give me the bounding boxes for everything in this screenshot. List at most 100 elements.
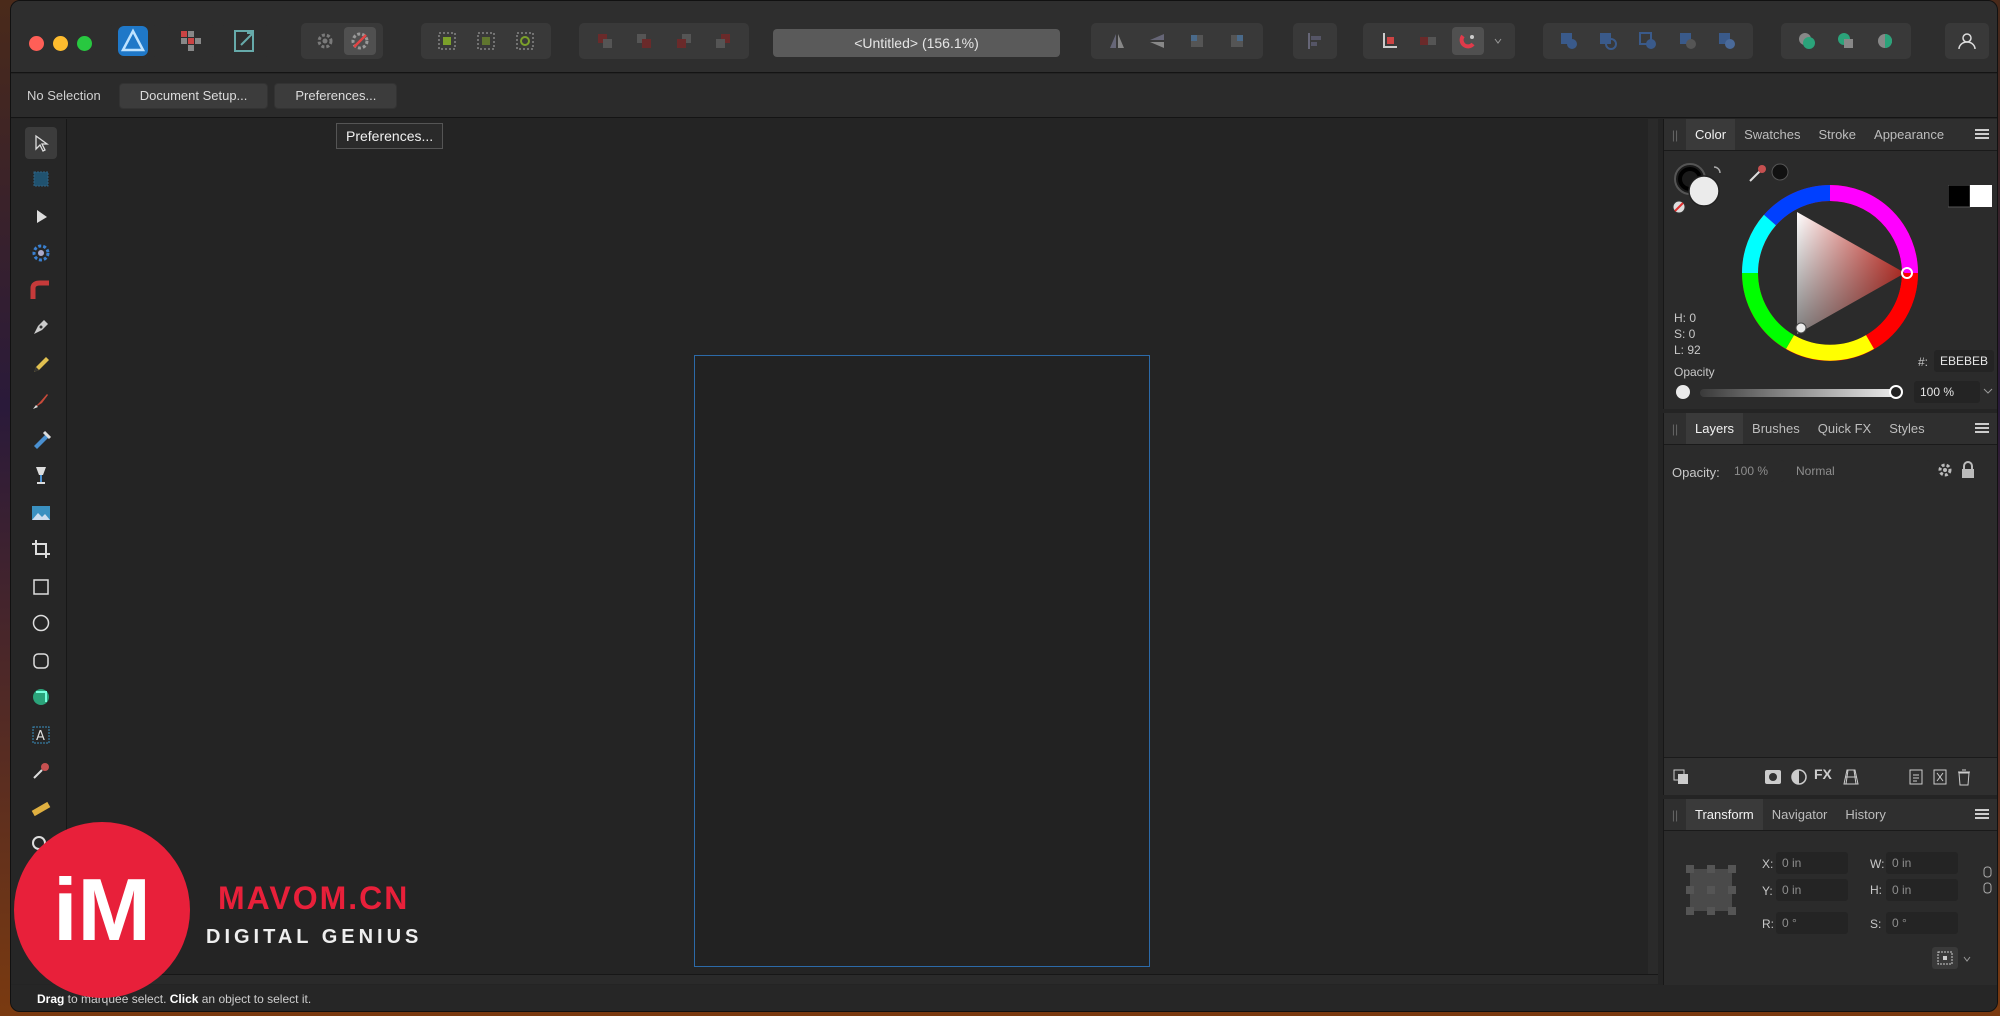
tab-quick-fx[interactable]: Quick FX xyxy=(1809,413,1880,444)
transparency-tool-icon[interactable] xyxy=(25,459,57,491)
height-input[interactable]: 0 in xyxy=(1886,879,1958,901)
snapping-magnet-icon[interactable] xyxy=(1451,27,1484,55)
move-forward-icon[interactable] xyxy=(668,27,700,55)
boolean-xor-icon[interactable] xyxy=(1672,27,1704,55)
y-input[interactable]: 0 in xyxy=(1776,879,1848,901)
boolean-intersect-icon[interactable] xyxy=(1632,27,1664,55)
snapping-grid-icon[interactable] xyxy=(1373,27,1405,55)
hamburger-menu-icon[interactable] xyxy=(1975,127,1989,146)
opacity-slider[interactable] xyxy=(1700,389,1896,397)
canvas-area[interactable] xyxy=(68,119,1658,974)
tab-brushes[interactable]: Brushes xyxy=(1743,413,1809,444)
gear-icon[interactable] xyxy=(309,27,341,55)
shape-tool-icon[interactable] xyxy=(25,681,57,713)
tab-layers[interactable]: Layers xyxy=(1686,413,1744,444)
align-left-icon[interactable] xyxy=(1299,27,1331,55)
move-tool-icon[interactable] xyxy=(25,127,57,159)
lock-icon[interactable] xyxy=(1960,461,1976,484)
horizontal-scrollbar[interactable] xyxy=(68,974,1658,984)
boolean-subtract-icon[interactable] xyxy=(1592,27,1624,55)
layer-mask-icon[interactable] xyxy=(1672,768,1690,791)
user-account-icon[interactable] xyxy=(1951,27,1983,55)
designer-persona-button[interactable] xyxy=(111,23,155,59)
mesh-warp-icon[interactable] xyxy=(1842,768,1860,791)
flip-vertical-icon[interactable] xyxy=(1141,27,1173,55)
fill-stroke-swatches[interactable] xyxy=(1672,159,1742,221)
trash-icon[interactable] xyxy=(1956,768,1972,791)
pen-tool-icon[interactable] xyxy=(25,311,57,343)
opacity-slider-thumb[interactable] xyxy=(1889,385,1903,399)
snapping-bounds-icon[interactable] xyxy=(1412,27,1444,55)
insert-behind-icon[interactable] xyxy=(1791,27,1823,55)
transform-origin-button[interactable] xyxy=(1932,947,1958,969)
pixel-persona-button[interactable] xyxy=(169,23,213,59)
fx-icon[interactable]: FX xyxy=(1814,766,1832,782)
insert-inside-icon[interactable] xyxy=(1830,27,1862,55)
close-window-button[interactable] xyxy=(29,36,44,51)
artboard[interactable] xyxy=(694,355,1150,967)
artistic-text-tool-icon[interactable]: A xyxy=(25,719,57,751)
add-mask-icon[interactable] xyxy=(1764,768,1782,791)
hamburger-menu-icon[interactable] xyxy=(1975,421,1989,440)
layers-list[interactable] xyxy=(1664,493,1997,751)
rotate-left-icon[interactable] xyxy=(1181,27,1213,55)
black-white-swatch[interactable] xyxy=(1948,185,1994,209)
tab-history[interactable]: History xyxy=(1836,799,1894,830)
anchor-selector-icon[interactable] xyxy=(1684,863,1738,917)
vertical-scrollbar[interactable] xyxy=(1648,119,1658,974)
rounded-rectangle-tool-icon[interactable] xyxy=(25,645,57,677)
layer-opacity-input[interactable]: 100 % xyxy=(1728,460,1784,482)
adjustment-icon[interactable] xyxy=(1790,768,1808,791)
place-image-tool-icon[interactable] xyxy=(25,497,57,529)
opacity-input[interactable]: 100 % xyxy=(1914,381,1980,403)
eyedropper-icon[interactable] xyxy=(1746,161,1790,185)
no-gear-icon[interactable] xyxy=(343,27,376,55)
zoom-window-button[interactable] xyxy=(77,36,92,51)
width-input[interactable]: 0 in xyxy=(1886,852,1958,874)
flip-horizontal-icon[interactable] xyxy=(1101,27,1133,55)
move-to-back-icon[interactable] xyxy=(589,27,621,55)
crop-tool-icon[interactable] xyxy=(25,533,57,565)
chevron-down-icon[interactable] xyxy=(1962,951,1972,969)
select-none-icon[interactable] xyxy=(470,27,502,55)
tab-color[interactable]: Color xyxy=(1686,119,1736,150)
drag-grip-icon[interactable]: || xyxy=(1664,799,1686,830)
insert-front-icon[interactable] xyxy=(1869,27,1901,55)
shear-input[interactable]: 0 ° xyxy=(1886,912,1958,934)
color-picker-tool-icon[interactable] xyxy=(25,755,57,787)
x-input[interactable]: 0 in xyxy=(1776,852,1848,874)
point-transform-tool-icon[interactable] xyxy=(25,237,57,269)
tab-navigator[interactable]: Navigator xyxy=(1763,799,1837,830)
drag-grip-icon[interactable]: || xyxy=(1664,413,1686,444)
gear-icon[interactable] xyxy=(1936,461,1954,484)
tab-swatches[interactable]: Swatches xyxy=(1735,119,1809,150)
add-group-icon[interactable] xyxy=(1932,768,1948,791)
export-persona-button[interactable] xyxy=(223,23,267,59)
measure-tool-icon[interactable] xyxy=(25,793,57,825)
select-invert-icon[interactable] xyxy=(509,27,541,55)
move-back-icon[interactable] xyxy=(628,27,660,55)
hamburger-menu-icon[interactable] xyxy=(1975,807,1989,826)
minimize-window-button[interactable] xyxy=(53,36,68,51)
pencil-tool-icon[interactable] xyxy=(25,349,57,381)
rotate-right-icon[interactable] xyxy=(1221,27,1253,55)
add-pixel-layer-icon[interactable] xyxy=(1908,768,1924,791)
preferences-button[interactable]: Preferences... xyxy=(274,82,398,109)
document-title[interactable]: <Untitled> (156.1%) xyxy=(773,29,1060,57)
tab-stroke[interactable]: Stroke xyxy=(1809,119,1865,150)
rotation-input[interactable]: 0 ° xyxy=(1776,912,1848,934)
link-aspect-icon[interactable] xyxy=(1982,865,1994,900)
chevron-down-icon[interactable] xyxy=(1491,27,1505,55)
ellipse-tool-icon[interactable] xyxy=(25,607,57,639)
blend-mode-select[interactable]: Normal xyxy=(1790,460,1930,482)
boolean-add-icon[interactable] xyxy=(1553,27,1585,55)
chevron-down-icon[interactable] xyxy=(1982,383,1994,404)
tab-styles[interactable]: Styles xyxy=(1880,413,1933,444)
vector-brush-tool-icon[interactable] xyxy=(25,385,57,417)
document-setup-button[interactable]: Document Setup... xyxy=(118,82,269,109)
node-tool-icon[interactable] xyxy=(25,201,57,233)
corner-tool-icon[interactable] xyxy=(25,275,57,307)
artboard-tool-icon[interactable] xyxy=(25,163,57,195)
tab-transform[interactable]: Transform xyxy=(1686,799,1763,830)
rectangle-tool-icon[interactable] xyxy=(25,571,57,603)
